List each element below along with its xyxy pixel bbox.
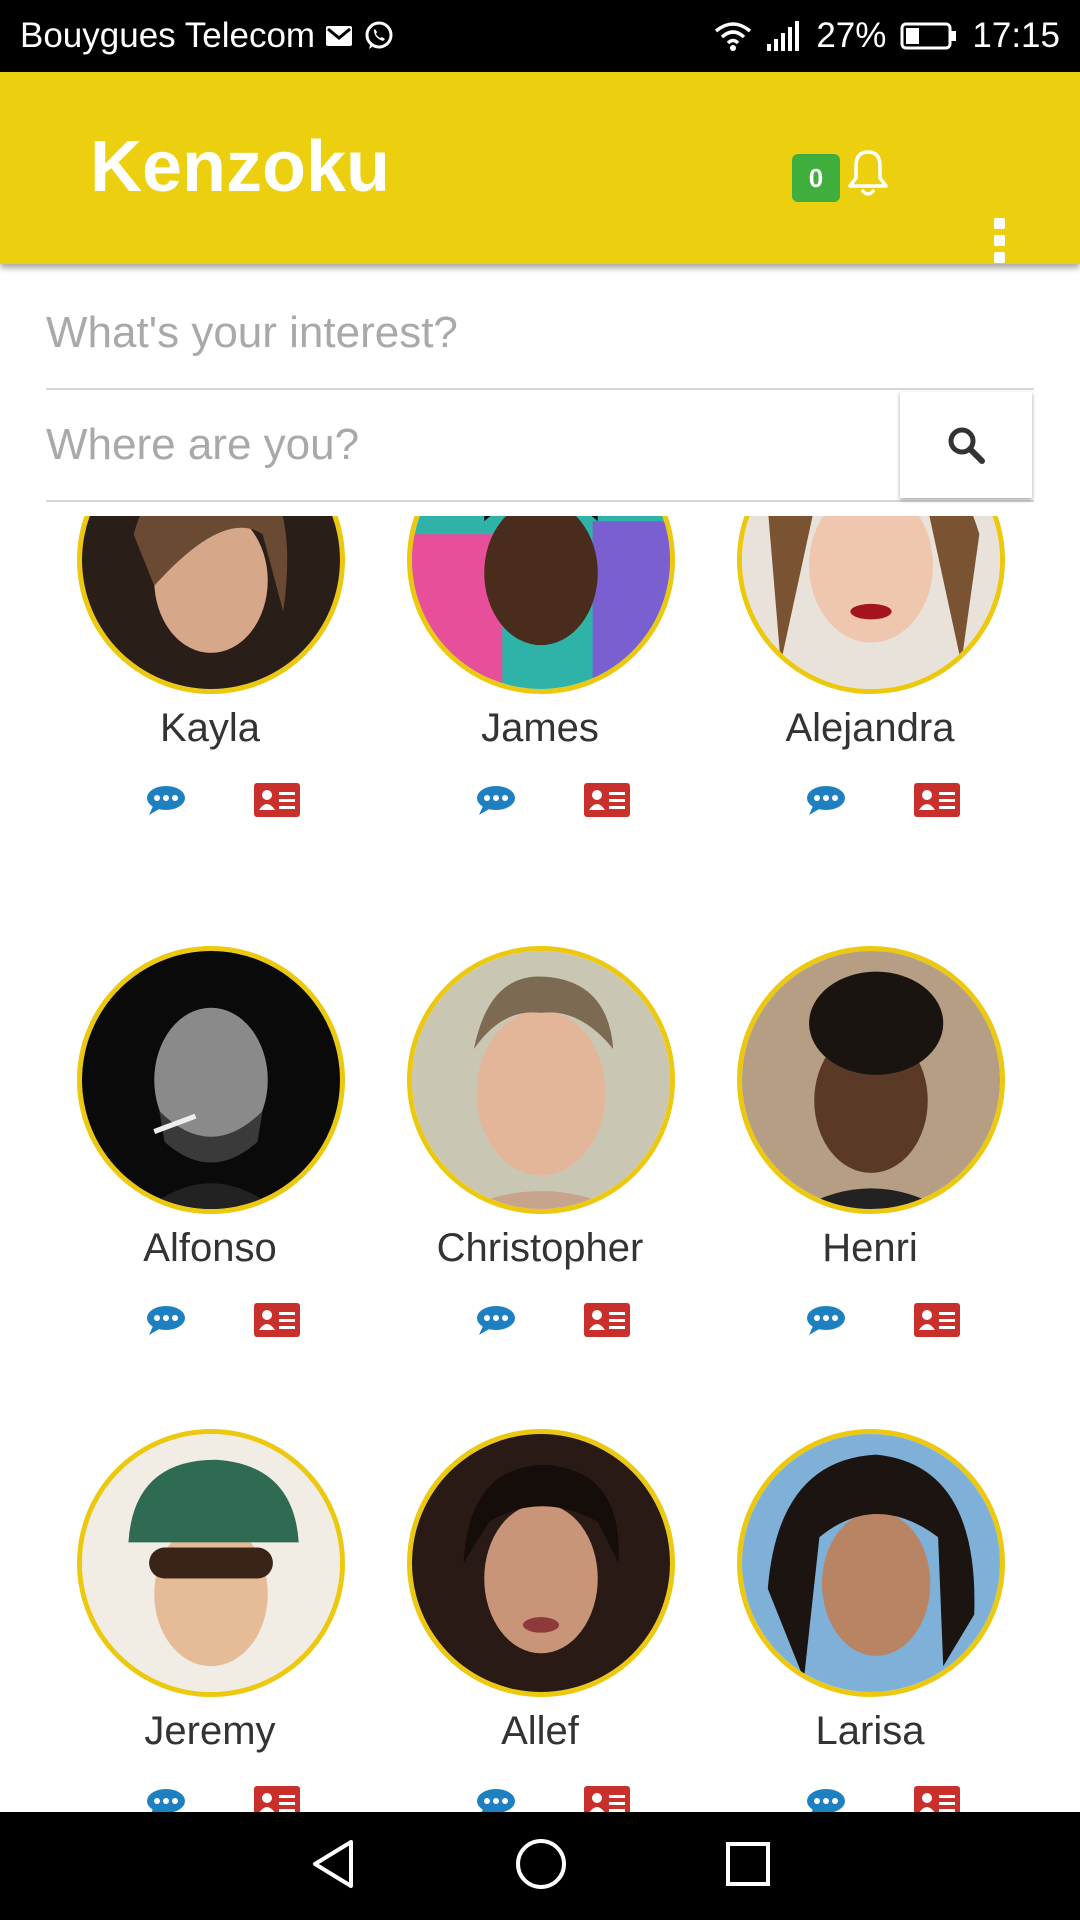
location-placeholder: Where are you? [46, 420, 360, 469]
chat-bubble-icon[interactable] [475, 1304, 517, 1341]
id-card-icon[interactable] [583, 782, 631, 823]
search-form: What's your interest? Where are you? [46, 278, 1034, 502]
interest-field[interactable]: What's your interest? [46, 278, 1034, 390]
chat-bubble-icon[interactable] [145, 784, 187, 821]
chat-bubble-icon[interactable] [475, 1787, 517, 1812]
carrier-name: Bouygues Telecom [20, 16, 316, 55]
notification-badge[interactable]: 0 [792, 154, 840, 202]
avatar[interactable] [737, 946, 1005, 1214]
carrier-group: Bouygues Telecom [20, 16, 395, 56]
recents-icon[interactable] [723, 1839, 773, 1894]
person-card[interactable]: Kayla [45, 516, 375, 906]
person-name: Jeremy [144, 1709, 276, 1753]
person-card[interactable]: Henri [705, 946, 1035, 1426]
whatsapp-icon [363, 20, 395, 52]
id-card-icon[interactable] [913, 782, 961, 823]
id-card-icon[interactable] [253, 782, 301, 823]
gmail-icon [325, 25, 353, 47]
person-card[interactable]: Jeremy [45, 1429, 375, 1812]
back-icon[interactable] [307, 1836, 359, 1897]
person-card[interactable]: Alfonso [45, 946, 375, 1426]
avatar[interactable] [407, 946, 675, 1214]
status-bar: Bouygues Telecom 27% 17:15 [0, 0, 1080, 72]
battery-icon [900, 21, 958, 51]
avatar[interactable] [407, 1429, 675, 1697]
person-name: Christopher [436, 1226, 644, 1270]
people-grid: Kayla James Alejandra Alfonso Christophe… [0, 516, 1080, 1812]
app-title: Kenzoku [90, 127, 391, 207]
person-card[interactable]: Allef [375, 1429, 705, 1812]
id-card-icon[interactable] [253, 1302, 301, 1343]
navigation-bar [0, 1812, 1080, 1920]
app-bar: Kenzoku 0 [0, 72, 1080, 264]
person-name: Alfonso [143, 1226, 277, 1270]
avatar[interactable] [737, 516, 1005, 694]
chat-bubble-icon[interactable] [805, 784, 847, 821]
avatar[interactable] [737, 1429, 1005, 1697]
interest-placeholder: What's your interest? [46, 308, 458, 357]
wifi-icon [714, 21, 752, 51]
person-name: Kayla [159, 706, 261, 750]
search-icon [948, 427, 985, 464]
avatar[interactable] [407, 516, 675, 694]
location-field[interactable]: Where are you? [46, 390, 1034, 502]
person-name: Alejandra [785, 706, 955, 750]
person-card[interactable]: Alejandra [705, 516, 1035, 906]
more-vertical-icon[interactable] [984, 218, 1014, 268]
id-card-icon[interactable] [583, 1302, 631, 1343]
person-name: Allef [501, 1709, 579, 1753]
battery-percent: 27% [816, 16, 887, 55]
chat-bubble-icon[interactable] [805, 1304, 847, 1341]
person-name: James [481, 706, 599, 750]
person-card[interactable]: Larisa [705, 1429, 1035, 1812]
bell-icon[interactable] [846, 148, 890, 203]
chat-bubble-icon[interactable] [145, 1304, 187, 1341]
home-icon[interactable] [513, 1836, 569, 1897]
chat-bubble-icon[interactable] [805, 1787, 847, 1812]
person-card[interactable]: James [375, 516, 705, 906]
person-name: Henri [822, 1226, 918, 1270]
id-card-icon[interactable] [253, 1785, 301, 1812]
id-card-icon[interactable] [913, 1785, 961, 1812]
status-icons: 27% 17:15 [714, 16, 1060, 56]
signal-icon [766, 20, 802, 52]
search-button[interactable] [900, 392, 1032, 498]
avatar[interactable] [77, 946, 345, 1214]
clock: 17:15 [972, 16, 1060, 55]
chat-bubble-icon[interactable] [145, 1787, 187, 1812]
avatar[interactable] [77, 1429, 345, 1697]
person-card[interactable]: Christopher [375, 946, 705, 1426]
id-card-icon[interactable] [913, 1302, 961, 1343]
avatar[interactable] [77, 516, 345, 694]
chat-bubble-icon[interactable] [475, 784, 517, 821]
person-name: Larisa [815, 1709, 925, 1753]
id-card-icon[interactable] [583, 1785, 631, 1812]
